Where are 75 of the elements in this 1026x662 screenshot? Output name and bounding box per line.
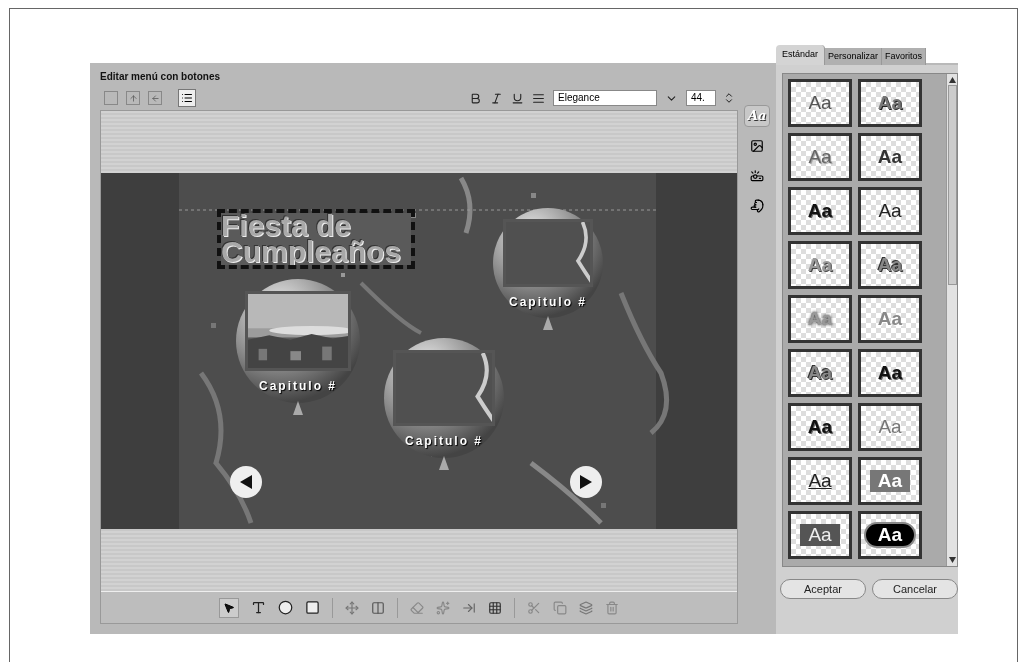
style-sample: Aa <box>863 522 917 548</box>
text-style-swatch[interactable]: Aa <box>788 511 852 559</box>
empty-frame[interactable] <box>393 350 495 426</box>
style-sample: Aa <box>878 200 902 222</box>
streamer-drawing <box>576 222 590 284</box>
text-style-swatch[interactable]: Aa <box>858 457 922 505</box>
style-sample: Aa <box>878 416 902 438</box>
style-sample: Aa <box>807 254 833 276</box>
text-style-swatch[interactable]: Aa <box>788 457 852 505</box>
dialog-button[interactable]: Cancelar <box>872 579 958 599</box>
trash-icon <box>605 600 619 615</box>
pointer-icon <box>223 601 235 614</box>
style-sample: Aa <box>807 308 833 330</box>
align-columns-icon <box>371 600 385 615</box>
align-icon <box>532 91 545 105</box>
style-sample: Aa <box>807 200 833 222</box>
dialog-button[interactable]: Aceptar <box>780 579 866 599</box>
style-sample: Aa <box>808 470 832 492</box>
style-sample: Aa <box>877 308 903 330</box>
window-title: Editar menú con botones <box>100 70 221 84</box>
style-tab[interactable]: Favoritos <box>882 48 927 65</box>
text-style-swatch[interactable]: Aa <box>858 511 922 559</box>
grid-icon <box>488 600 502 615</box>
pointer-tool[interactable] <box>219 597 239 618</box>
text-tool-icon <box>251 600 266 615</box>
style-sample: Aa <box>808 92 832 114</box>
text-style-swatch[interactable]: Aa <box>788 349 852 397</box>
style-sample: Aa <box>807 416 833 438</box>
style-sample: Aa <box>808 146 832 168</box>
style-sample: Aa <box>800 524 840 546</box>
sparkle-icon <box>436 600 450 615</box>
arrow-up-icon[interactable] <box>126 91 140 105</box>
text-style-swatch[interactable]: Aa <box>858 295 922 343</box>
scroll-down-icon[interactable] <box>948 557 956 563</box>
scroll-up-icon[interactable] <box>948 77 956 83</box>
style-tab[interactable]: Estándar <box>776 45 826 65</box>
list-icon[interactable] <box>178 89 196 107</box>
text-style-swatch[interactable]: Aa <box>858 241 922 289</box>
text-style-swatch[interactable]: Aa <box>858 349 922 397</box>
scrollbar[interactable] <box>946 74 957 566</box>
style-sample: Aa <box>877 92 903 114</box>
bold-icon <box>469 91 482 105</box>
streamer-drawing <box>475 353 492 423</box>
circle-tool-icon <box>278 600 293 615</box>
style-sample: Aa <box>877 362 903 384</box>
cut-icon <box>527 600 541 615</box>
spinner-icon <box>724 90 734 106</box>
style-sample: Aa <box>869 470 911 492</box>
chapter-label[interactable]: Capitulo # <box>405 432 483 450</box>
eraser-icon <box>410 600 424 615</box>
italic-icon <box>490 91 503 105</box>
text-style-swatch[interactable]: Aa <box>858 187 922 235</box>
underline-icon <box>511 91 524 105</box>
copy-icon <box>553 600 567 615</box>
text-style-swatch[interactable]: Aa <box>788 403 852 451</box>
move-icon <box>345 600 359 615</box>
size-field[interactable]: 44. <box>686 90 716 106</box>
left-triangle-icon <box>238 474 254 490</box>
style-tab[interactable]: Personalizar <box>825 48 883 65</box>
style-sample: Aa <box>877 254 903 276</box>
font-field[interactable]: Elegance <box>553 90 657 106</box>
text-style-swatch[interactable]: Aa <box>858 79 922 127</box>
style-sample: Aa <box>877 146 903 168</box>
chapter-label[interactable]: Capitulo # <box>509 293 587 311</box>
text-style-swatch[interactable]: Aa <box>788 133 852 181</box>
right-triangle-icon <box>578 474 594 490</box>
empty-frame[interactable] <box>503 219 593 287</box>
text-style-swatch[interactable]: Aa <box>858 133 922 181</box>
text-style-swatch[interactable]: Aa <box>788 79 852 127</box>
chapter-label[interactable]: Capitulo # <box>259 377 337 395</box>
arrow-to-line-icon <box>462 600 476 615</box>
style-sample: Aa <box>807 362 833 384</box>
rectangle-tool-icon <box>305 600 320 615</box>
arrow-left-icon[interactable] <box>148 91 162 105</box>
text-style-swatch[interactable]: Aa <box>788 187 852 235</box>
